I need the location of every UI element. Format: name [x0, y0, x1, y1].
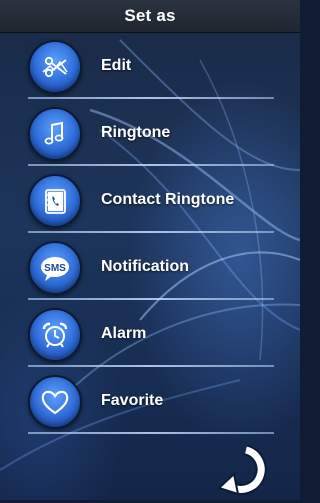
title-bar: Set as	[0, 0, 300, 33]
menu-item-contact-ringtone[interactable]: Contact Ringtone	[0, 166, 300, 233]
menu-item-notification[interactable]: SMS Notification	[0, 233, 300, 300]
set-as-menu: Edit Ringtone Contact Ringtone SMS Notif…	[0, 32, 300, 434]
menu-item-label: Ringtone	[101, 124, 171, 141]
menu-item-label: Contact Ringtone	[101, 191, 235, 208]
menu-item-label: Notification	[101, 258, 189, 275]
sms-icon: SMS	[28, 241, 82, 295]
page-title: Set as	[124, 6, 176, 25]
heart-icon	[28, 375, 82, 429]
svg-text:SMS: SMS	[44, 263, 66, 274]
menu-item-label: Alarm	[101, 325, 147, 342]
menu-item-favorite[interactable]: Favorite	[0, 367, 300, 434]
alarm-clock-icon	[28, 308, 82, 362]
music-note-icon	[28, 107, 82, 161]
scissors-icon	[28, 40, 82, 94]
divider	[28, 432, 274, 434]
refresh-button[interactable]	[216, 444, 274, 498]
menu-item-label: Favorite	[101, 392, 164, 409]
menu-item-edit[interactable]: Edit	[0, 32, 300, 99]
refresh-icon	[217, 444, 267, 496]
menu-item-ringtone[interactable]: Ringtone	[0, 99, 300, 166]
contact-book-icon	[28, 174, 82, 228]
menu-item-alarm[interactable]: Alarm	[0, 300, 300, 367]
menu-item-label: Edit	[101, 57, 132, 74]
